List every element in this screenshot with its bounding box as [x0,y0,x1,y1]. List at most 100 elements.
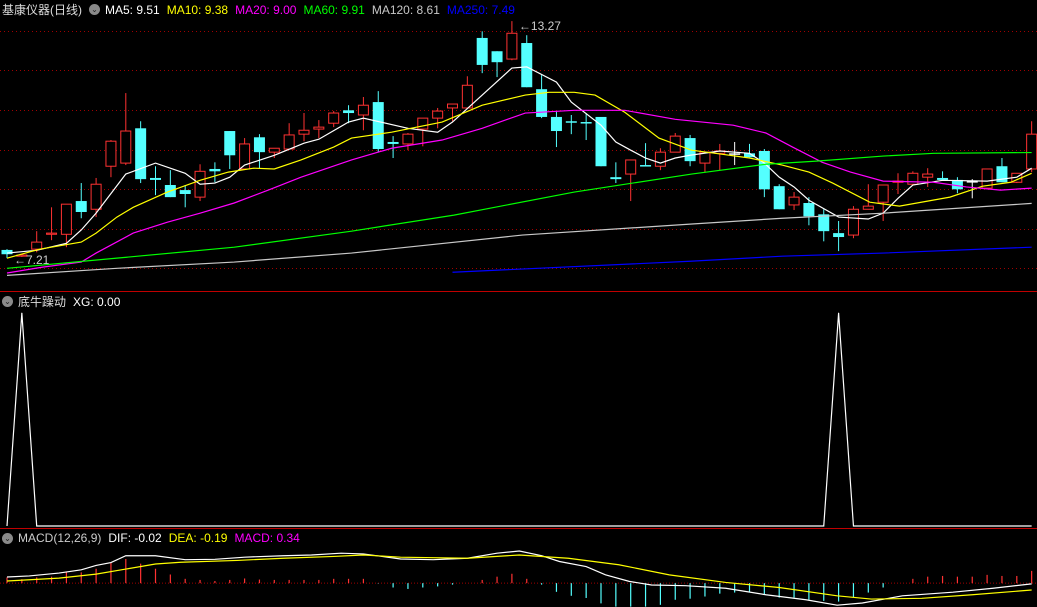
candle-body-down [372,102,384,150]
candle [194,164,206,202]
candle-body-down [758,150,770,190]
stock-title: 基康仪器(日线) [2,3,82,17]
candle [150,166,161,196]
xg-dropdown-icon[interactable]: ⌄ [2,296,13,307]
indicator-dropdown-icon[interactable]: ⌄ [89,4,100,15]
candle [491,51,503,78]
macd-dropdown-icon[interactable]: ⌄ [2,532,13,544]
candle-body-down [550,116,562,132]
candle [862,184,874,210]
candle-body-down [640,165,652,167]
candle-body-down [209,168,221,172]
candle [610,162,622,184]
candle-body-up [447,103,458,109]
candle [402,132,414,151]
candle-body-down [75,201,87,212]
price-extreme-label: ←7.21 [14,253,50,267]
candle-body-up [847,208,859,236]
candle [937,171,949,180]
candle [773,184,785,210]
candle [729,141,741,166]
candle [313,120,325,139]
candle [788,192,800,211]
candle-body-up [1026,133,1037,170]
candle-body-up [283,134,295,150]
xg-indicator-chart[interactable] [0,292,1037,528]
xg-spike-point [838,312,840,314]
dif-label: DIF: -0.02 [108,531,162,545]
candle [432,107,444,129]
candle [922,168,934,187]
candle [120,93,132,166]
candle-body-up [922,173,934,178]
candle-body-down [343,110,355,114]
ma5-label: MA5: 9.51 [105,2,160,17]
candle [847,206,859,239]
candle-body-down [491,51,503,63]
macd-panel-header: ⌄ MACD(12,26,9) DIF: -0.02 DEA: -0.19 MA… [2,531,307,545]
candle [75,183,87,219]
candlestick-chart[interactable]: ←13.27 ←7.21 [0,0,1037,291]
candle-body-down [937,177,949,180]
candle-body-down [833,233,845,238]
xg-spike-point [21,312,23,314]
candle [253,134,265,169]
candle-body-up [105,140,117,167]
candle-body-down [610,177,622,180]
candle [283,123,295,150]
candle-body-down [135,128,147,180]
ma10-label: MA10: 9.38 [166,2,229,17]
candle [550,111,562,148]
candle-body-up [417,117,429,130]
price-extreme-label: ←13.27 [519,19,561,33]
macd-label: MACD: 0.34 [234,531,300,545]
ma5-line [6,66,1032,254]
candle-body-up [31,241,43,250]
candle [654,148,666,171]
candle [714,143,726,171]
ma60-label: MA60: 9.91 [303,2,365,17]
candle-body-down [179,190,191,194]
candle-body-up [402,133,414,145]
candle-body-down [476,37,488,65]
candle-body-down [150,177,161,180]
candle [224,131,236,169]
candle-body-up [313,126,325,130]
ma120-line [6,202,1032,276]
candle-body-up [506,32,518,60]
candle-body-down [803,202,815,217]
candle-body-up [877,184,889,203]
candle [565,114,577,135]
candle [461,76,473,109]
dea-line [6,554,1032,600]
candle-body-up [907,172,919,185]
ma10-line [6,91,1032,259]
candle-body-flat [729,153,741,155]
ma250-label: MA250: 7.49 [446,2,515,17]
candle [209,162,221,183]
macd-title: MACD(12,26,9) [18,531,102,545]
candle-body-up [432,110,444,119]
candle-body-down [387,141,399,144]
candle [135,121,147,184]
ma120-label: MA120: 8.61 [371,2,440,17]
candle [179,185,191,208]
candle-body-up [268,147,280,153]
candle [328,111,340,128]
candle-body-down [521,43,533,88]
candle-body-down [565,121,577,123]
candle [595,116,607,167]
candle [1026,121,1037,173]
candle-body-up [862,205,874,210]
candle [476,31,488,74]
candle-body-up [60,203,72,235]
candle-body-up [654,151,666,167]
dea-label: DEA: -0.19 [168,531,228,545]
candle [357,97,369,131]
candle-body-up [46,232,58,235]
candle-body-up [788,196,800,206]
candle-body-down [595,116,607,167]
candle [521,35,533,88]
xg-title: 底牛躁动 [18,295,67,309]
candle-body-down [1,249,13,255]
